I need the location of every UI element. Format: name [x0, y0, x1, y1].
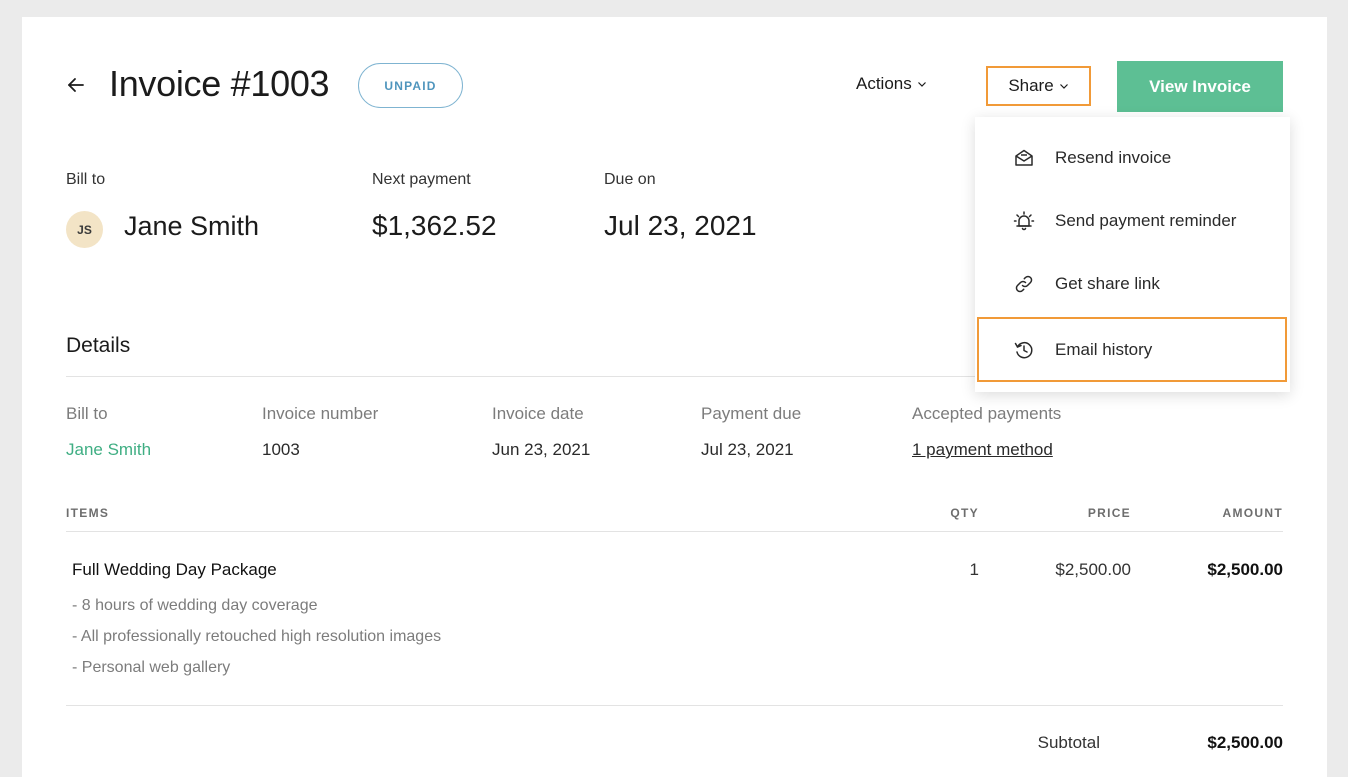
bell-alert-icon	[1013, 210, 1035, 232]
items-column-header: ITEMS	[66, 506, 110, 520]
envelope-open-icon	[1013, 147, 1035, 169]
accepted-payments-label: Accepted payments	[912, 404, 1062, 423]
menu-item-label: Email history	[1055, 339, 1153, 359]
next-payment-label: Next payment	[372, 171, 471, 188]
details-title: Details	[66, 334, 131, 357]
due-on-label: Due on	[604, 171, 656, 188]
menu-item-resend-invoice[interactable]: Resend invoice	[975, 126, 1290, 189]
item-description-line: - Personal web gallery	[72, 659, 231, 676]
item-description-line: - 8 hours of wedding day coverage	[72, 597, 318, 614]
chevron-down-icon	[917, 74, 927, 94]
subtotal-label: Subtotal	[1037, 733, 1100, 752]
item-price: $2,500.00	[1055, 560, 1131, 579]
next-payment-value: $1,362.52	[372, 210, 497, 241]
price-column-header: PRICE	[1087, 506, 1131, 520]
share-dropdown-button[interactable]: Share	[986, 66, 1091, 106]
item-amount: $2,500.00	[1207, 560, 1283, 579]
details-bill-to-link[interactable]: Jane Smith	[66, 440, 151, 460]
table-bottom-divider	[66, 705, 1283, 706]
chevron-down-icon	[1059, 76, 1069, 96]
avatar: JS	[66, 211, 103, 248]
view-invoice-button[interactable]: View Invoice	[1117, 61, 1283, 112]
summary-bill-to-label: Bill to	[66, 171, 106, 188]
table-header-divider	[66, 531, 1283, 532]
subtotal-value: $2,500.00	[1207, 733, 1283, 752]
link-icon	[1013, 273, 1035, 295]
payment-due-label: Payment due	[701, 404, 802, 423]
invoice-date-value: Jun 23, 2021	[492, 440, 591, 459]
back-arrow-icon[interactable]	[64, 73, 88, 97]
page-title: Invoice #1003	[109, 63, 330, 104]
invoice-date-label: Invoice date	[492, 404, 584, 423]
menu-item-label: Get share link	[1055, 273, 1160, 293]
invoice-number-label: Invoice number	[262, 404, 379, 423]
share-label: Share	[1008, 76, 1054, 95]
summary-client-name: Jane Smith	[124, 211, 260, 241]
payment-method-link[interactable]: 1 payment method	[912, 440, 1053, 460]
menu-item-label: Send payment reminder	[1055, 210, 1237, 230]
actions-dropdown-button[interactable]: Actions	[856, 74, 927, 94]
details-bill-to-label: Bill to	[66, 404, 108, 423]
invoice-card: Invoice #1003 UNPAID Actions Share View …	[22, 17, 1327, 777]
invoice-number-value: 1003	[262, 440, 300, 459]
history-icon	[1013, 339, 1035, 361]
item-qty: 1	[969, 560, 979, 579]
qty-column-header: QTY	[950, 506, 979, 520]
due-on-value: Jul 23, 2021	[604, 210, 757, 241]
menu-item-send-payment-reminder[interactable]: Send payment reminder	[975, 189, 1290, 252]
menu-item-get-share-link[interactable]: Get share link	[975, 252, 1290, 315]
actions-label: Actions	[856, 74, 912, 93]
menu-item-label: Resend invoice	[1055, 147, 1172, 167]
menu-item-email-history[interactable]: Email history	[975, 318, 1290, 381]
item-description-line: - All professionally retouched high reso…	[72, 628, 442, 645]
status-badge: UNPAID	[358, 63, 463, 108]
amount-column-header: AMOUNT	[1222, 506, 1283, 520]
share-menu: Resend invoice Send payment reminder Get…	[975, 117, 1290, 392]
item-name: Full Wedding Day Package	[72, 560, 277, 579]
payment-due-value: Jul 23, 2021	[701, 440, 794, 459]
